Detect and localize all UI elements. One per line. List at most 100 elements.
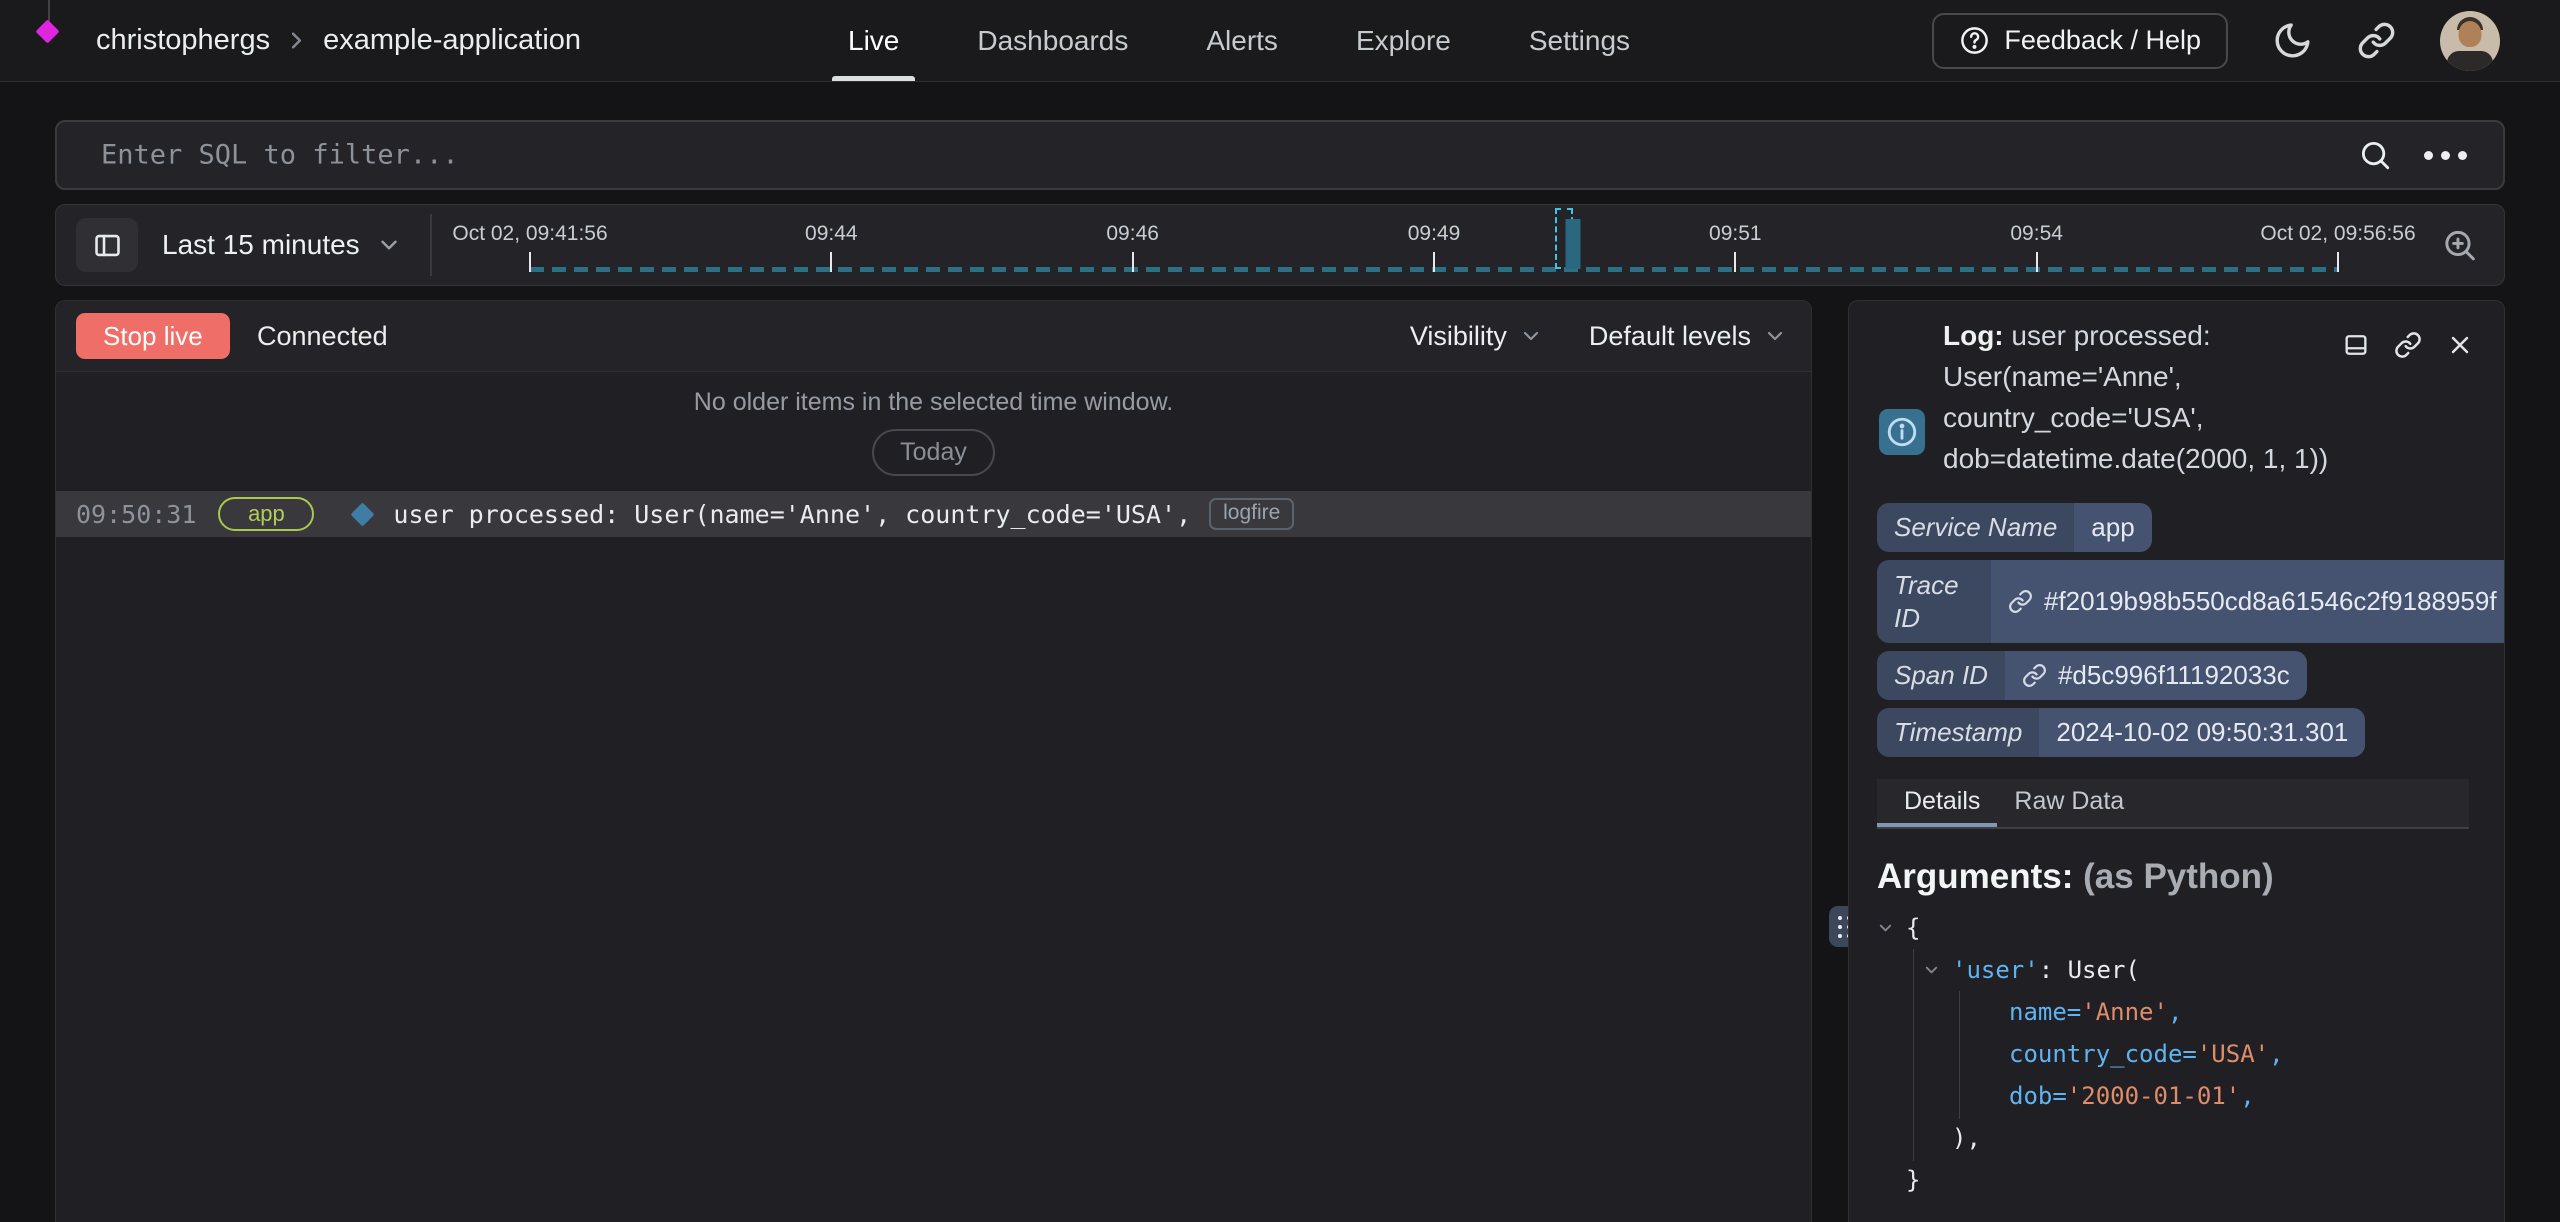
more-options-icon[interactable]	[2424, 151, 2467, 160]
code-line: dob='2000-01-01',	[1849, 1075, 2504, 1117]
detail-tab-raw-data[interactable]: Raw Data	[1997, 779, 2141, 827]
timeline-tick-label: 09:49	[1408, 222, 1461, 246]
share-link-icon[interactable]	[2357, 21, 2396, 60]
theme-toggle-moon-icon[interactable]	[2272, 20, 2313, 61]
code-token: country_code=	[2009, 1040, 2197, 1068]
logfire-logo-icon[interactable]	[35, 19, 59, 43]
attribute-value-text: #d5c996f11192033c	[2058, 660, 2290, 691]
logo-stem	[48, 0, 50, 22]
connection-status: Connected	[257, 301, 388, 371]
logfire-live-view: christophergs example-application Live Da…	[0, 0, 2560, 1222]
attribute-pill-span-id[interactable]: Span ID #d5c996f11192033c	[1877, 651, 2307, 700]
collapse-chevron-icon[interactable]	[1922, 961, 1941, 980]
code-token: dob=	[2009, 1082, 2067, 1110]
live-header-controls: Visibility Default levels	[1410, 301, 1787, 371]
code-token: ,	[2269, 1040, 2283, 1068]
timeline-activity-bar	[1566, 219, 1581, 269]
timeline-tick-mark	[1734, 252, 1736, 272]
tab-dashboards[interactable]: Dashboards	[977, 0, 1128, 81]
timeline-tick-mark	[1433, 252, 1435, 272]
attribute-label: Span ID	[1877, 651, 2005, 700]
zoom-in-icon[interactable]	[2441, 227, 2478, 264]
log-level-diamond-icon	[351, 502, 375, 526]
code-token: ,	[2168, 998, 2182, 1026]
tab-explore[interactable]: Explore	[1356, 0, 1451, 81]
timeline-tick-mark	[2036, 252, 2038, 272]
code-line: {	[1849, 907, 2504, 949]
log-timestamp: 09:50:31	[76, 500, 196, 529]
code-token: }	[1906, 1166, 1920, 1194]
detail-tab-details[interactable]: Details	[1877, 779, 1997, 827]
link-icon	[2008, 589, 2033, 614]
code-token: 'USA'	[2197, 1040, 2269, 1068]
attribute-value: #f2019b98b550cd8a61546c2f9188959f	[1991, 560, 2505, 643]
attribute-label: Timestamp	[1877, 708, 2039, 757]
search-icon[interactable]	[2358, 138, 2392, 172]
close-panel-icon[interactable]	[2446, 331, 2474, 359]
sql-filter-placeholder: Enter SQL to filter...	[101, 140, 459, 171]
attribute-value: 2024-10-02 09:50:31.301	[2039, 708, 2365, 757]
timeline-tick-mark	[830, 252, 832, 272]
code-token: : User(	[2039, 956, 2140, 984]
chevron-down-icon	[1763, 324, 1787, 348]
tab-settings[interactable]: Settings	[1529, 0, 1630, 81]
sql-filter-input[interactable]: Enter SQL to filter...	[55, 120, 2505, 190]
sidebar-toggle-button[interactable]	[76, 218, 138, 272]
info-level-icon	[1879, 409, 1925, 455]
tab-live[interactable]: Live	[848, 0, 899, 81]
timeline-tick-label: Oct 02, 09:56:56	[2260, 222, 2415, 246]
service-badge[interactable]: app	[218, 497, 314, 531]
time-range-label: Last 15 minutes	[162, 229, 360, 261]
code-line: name='Anne',	[1849, 991, 2504, 1033]
code-token: ,	[2240, 1082, 2254, 1110]
code-line: }	[1849, 1159, 2504, 1201]
timeline-tick-label: Oct 02, 09:41:56	[452, 222, 607, 246]
chevron-down-icon	[1519, 324, 1543, 348]
stop-live-button[interactable]: Stop live	[76, 313, 230, 359]
attribute-pill-trace-id[interactable]: Trace ID#f2019b98b550cd8a61546c2f9188959…	[1877, 560, 2505, 643]
feedback-help-button[interactable]: Feedback / Help	[1932, 13, 2228, 69]
timeline-tick-label: 09:54	[2010, 222, 2063, 246]
detail-title-kind: Log:	[1943, 320, 2004, 351]
filter-actions	[2358, 122, 2467, 188]
divider	[430, 214, 432, 276]
code-line: ),	[1849, 1117, 2504, 1159]
no-older-items-message: No older items in the selected time wind…	[56, 388, 1811, 417]
timeline-tick-mark	[2337, 252, 2339, 272]
timeline-tick-label: 09:44	[805, 222, 858, 246]
user-avatar[interactable]	[2440, 11, 2500, 71]
logfire-tag-badge[interactable]: logfire	[1209, 498, 1294, 530]
attribute-value-text: app	[2091, 512, 2134, 543]
log-message: user processed: User(name='Anne', countr…	[393, 500, 1191, 529]
today-button[interactable]: Today	[872, 429, 995, 476]
attribute-value: #d5c996f11192033c	[2005, 651, 2307, 700]
breadcrumb-org[interactable]: christophergs	[96, 24, 270, 57]
split-view-icon[interactable]	[2342, 331, 2370, 359]
attribute-value: app	[2074, 503, 2151, 552]
breadcrumb: christophergs example-application	[96, 0, 581, 81]
live-logs-panel: Stop live Connected Visibility Default l…	[55, 300, 1812, 1222]
log-row[interactable]: 09:50:31 app user processed: User(name='…	[56, 491, 1811, 537]
collapse-chevron-icon[interactable]	[1876, 919, 1895, 938]
copy-link-icon[interactable]	[2394, 331, 2422, 359]
attribute-value-text: 2024-10-02 09:50:31.301	[2056, 717, 2348, 748]
code-token: name=	[2009, 998, 2081, 1026]
code-token: {	[1906, 914, 1920, 942]
attribute-label: Trace ID	[1877, 560, 1991, 643]
timeline-tick-mark	[1132, 252, 1134, 272]
time-range-select[interactable]: Last 15 minutes	[162, 205, 402, 285]
breadcrumb-project[interactable]: example-application	[323, 24, 581, 57]
attribute-pill-service-name[interactable]: Service Nameapp	[1877, 503, 2152, 552]
detail-title: Log: user processed: User(name='Anne', c…	[1943, 315, 2333, 479]
timeline-track[interactable]: Oct 02, 09:41:5609:4409:4609:4909:5109:5…	[530, 205, 2338, 285]
main-nav: Live Dashboards Alerts Explore Settings	[848, 0, 1630, 81]
code-line: 'user': User(	[1849, 949, 2504, 991]
visibility-dropdown[interactable]: Visibility	[1410, 321, 1543, 352]
live-header: Stop live Connected Visibility Default l…	[56, 301, 1811, 372]
tab-alerts[interactable]: Alerts	[1206, 0, 1278, 81]
default-levels-dropdown[interactable]: Default levels	[1589, 321, 1787, 352]
attribute-pill-timestamp[interactable]: Timestamp 2024-10-02 09:50:31.301	[1877, 708, 2365, 757]
code-token: '2000-01-01'	[2067, 1082, 2240, 1110]
log-detail-panel: Log: user processed: User(name='Anne', c…	[1848, 300, 2505, 1222]
chevron-down-icon	[376, 232, 402, 258]
